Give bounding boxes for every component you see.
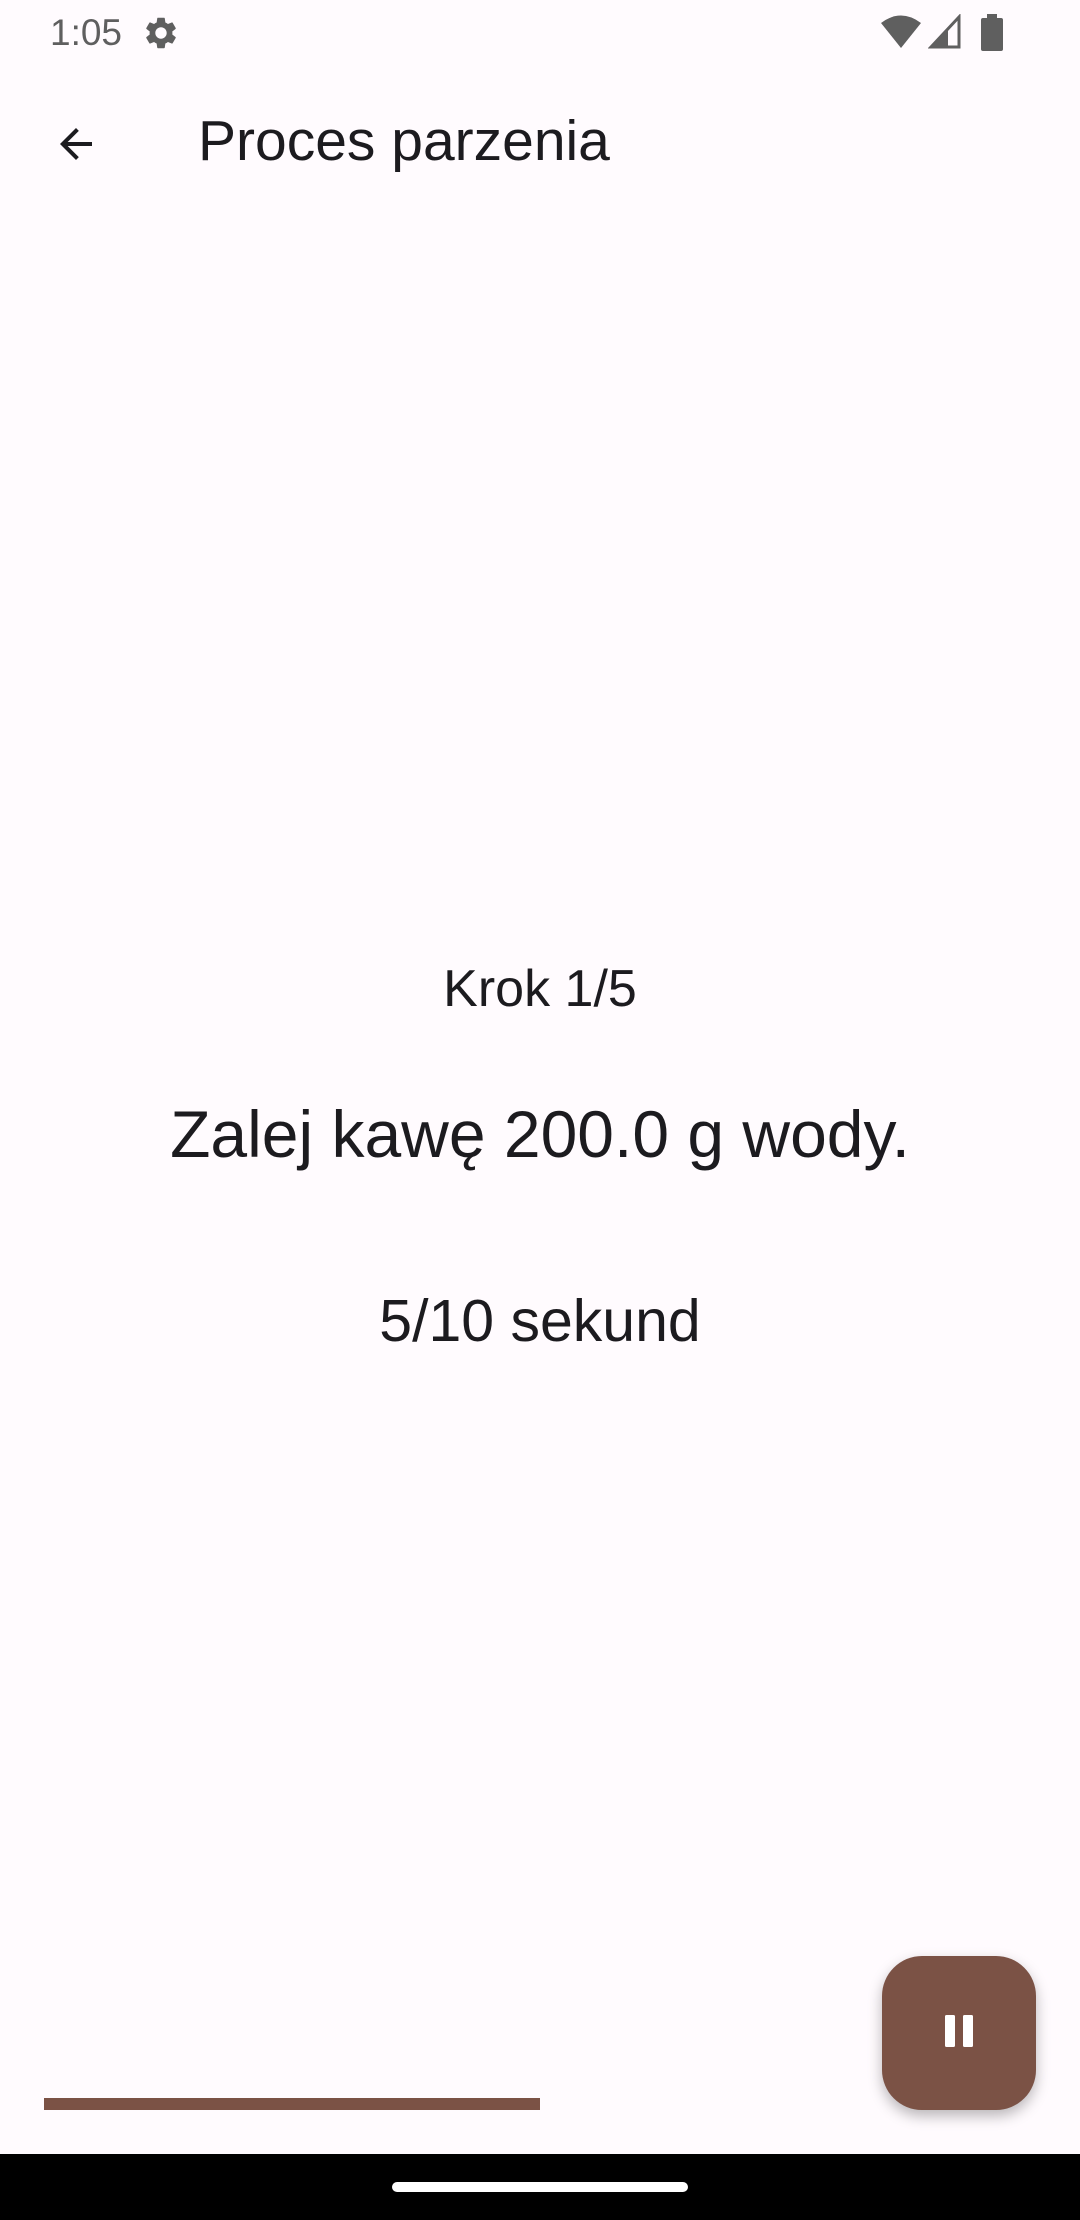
pause-button[interactable] [882, 1956, 1036, 2110]
signal-icon [927, 13, 962, 50]
navigation-bar [0, 2154, 1080, 2220]
status-time: 1:05 [50, 12, 123, 53]
back-button[interactable] [36, 106, 116, 186]
brew-process-screen: 1:05 Proces parzenia Krok 1/5 Zalej kawę… [0, 0, 1080, 2220]
step-progress-fill [44, 2098, 540, 2110]
battery-icon [980, 14, 1004, 52]
step-counter: Krok 1/5 [443, 960, 637, 1018]
status-bar: 1:05 [0, 0, 1080, 66]
pause-icon [939, 2011, 979, 2056]
step-progress-bar [44, 2098, 1036, 2110]
gear-icon [142, 14, 180, 52]
arrow-back-icon [52, 120, 100, 173]
page-title: Proces parzenia [198, 109, 610, 173]
wifi-icon [880, 14, 922, 50]
home-gesture-handle[interactable] [392, 2182, 688, 2192]
step-instruction: Zalej kawę 200.0 g wody. [170, 1097, 910, 1171]
step-timer: 5/10 sekund [379, 1288, 701, 1354]
top-app-bar: Proces parzenia [0, 66, 1080, 218]
